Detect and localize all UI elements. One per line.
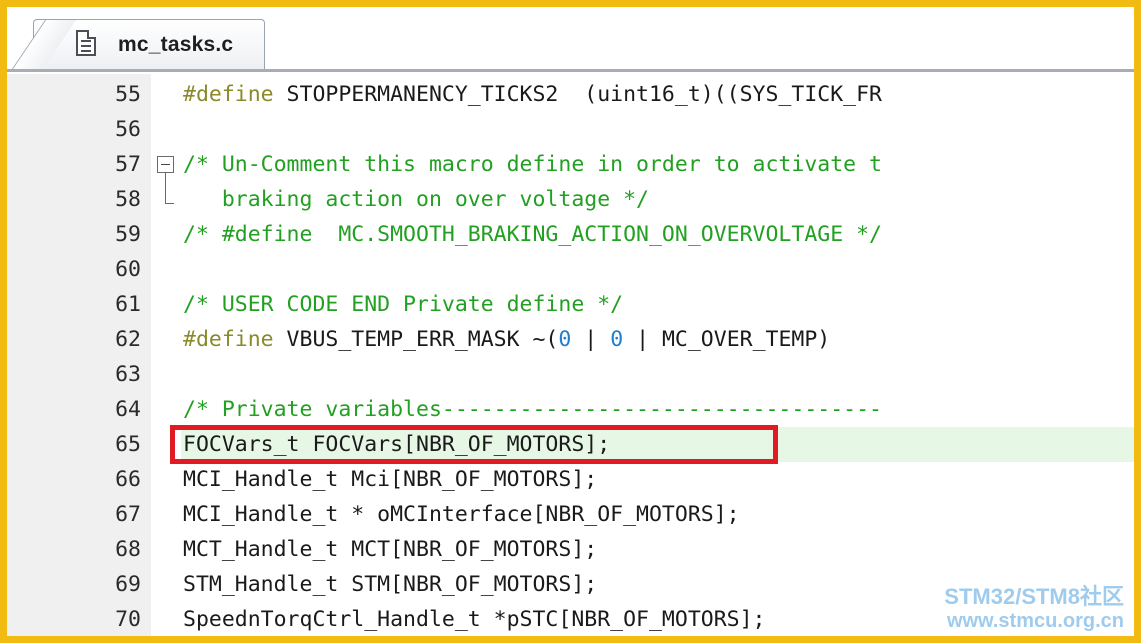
line-number: 57 [115, 152, 141, 177]
code-line[interactable]: 58 braking action on over voltage */ [7, 182, 1134, 217]
code-line[interactable]: 59 /* #define MC.SMOOTH_BRAKING_ACTION_ON… [7, 217, 1134, 252]
line-number: 62 [115, 327, 141, 352]
watermark-top: STM32/STM8社区 [944, 584, 1124, 609]
code-text: /* Un-Comment this macro define in order… [183, 152, 882, 177]
code-text: /* USER CODE END Private define */ [183, 292, 624, 317]
code-text: /* #define MC.SMOOTH_BRAKING_ACTION_ON_O… [183, 222, 882, 247]
code-text: MCT_Handle_t MCT[NBR_OF_MOTORS]; [183, 537, 598, 562]
line-number: 63 [115, 362, 141, 387]
code-line[interactable]: 67 MCI_Handle_t * oMCInterface[NBR_OF_MOT… [7, 497, 1134, 532]
line-number: 59 [115, 222, 141, 247]
tab-label: mc_tasks.c [118, 33, 234, 56]
code-line[interactable]: 64 /* Private variables------------------… [7, 392, 1134, 427]
code-line[interactable]: 68 MCT_Handle_t MCT[NBR_OF_MOTORS]; [7, 532, 1134, 567]
code-line[interactable]: 66 MCI_Handle_t Mci[NBR_OF_MOTORS]; [7, 462, 1134, 497]
line-number: 70 [115, 607, 141, 632]
line-number: 66 [115, 467, 141, 492]
line-number: 65 [115, 432, 141, 457]
line-number: 55 [115, 82, 141, 107]
code-editor[interactable]: 55 #define STOPPERMANENCY_TICKS2 (uint16_… [7, 74, 1134, 636]
code-line[interactable]: 62 #define VBUS_TEMP_ERR_MASK ~(0 | 0 | M… [7, 322, 1134, 357]
line-number: 61 [115, 292, 141, 317]
code-text: braking action on over voltage */ [183, 187, 649, 212]
code-text: STM_Handle_t STM[NBR_OF_MOTORS]; [183, 572, 598, 597]
line-number: 56 [115, 117, 141, 142]
line-number: 60 [115, 257, 141, 282]
highlight-annotation-box [170, 425, 778, 464]
line-number: 67 [115, 502, 141, 527]
code-line[interactable]: 57 /* Un-Comment this macro define in ord… [7, 147, 1134, 182]
line-number: 69 [115, 572, 141, 597]
code-line[interactable]: 60 [7, 252, 1134, 287]
code-text: #define STOPPERMANENCY_TICKS2 (uint16_t)… [183, 82, 882, 107]
code-text: MCI_Handle_t * oMCInterface[NBR_OF_MOTOR… [183, 502, 740, 527]
file-icon [76, 30, 96, 56]
fold-guide [165, 173, 166, 203]
code-text: #define VBUS_TEMP_ERR_MASK ~(0 | 0 | MC_… [183, 327, 831, 352]
watermark-bottom: www.stmcu.org.cn [946, 610, 1124, 632]
code-line[interactable]: 55 #define STOPPERMANENCY_TICKS2 (uint16_… [7, 77, 1134, 112]
tab-bar: mc_tasks.c [7, 7, 1134, 72]
line-number: 58 [115, 187, 141, 212]
screenshot-frame: mc_tasks.c 55 #define STOPPERMANENCY_TICK… [0, 0, 1141, 643]
line-number: 64 [115, 397, 141, 422]
fold-guide-end [165, 203, 174, 204]
line-number: 68 [115, 537, 141, 562]
code-line[interactable]: 56 [7, 112, 1134, 147]
code-text: MCI_Handle_t Mci[NBR_OF_MOTORS]; [183, 467, 598, 492]
tab-mc-tasks[interactable]: mc_tasks.c [33, 19, 265, 69]
code-text: /* Private variables--------------------… [183, 397, 882, 422]
code-line[interactable]: 63 [7, 357, 1134, 392]
code-line[interactable]: 61 /* USER CODE END Private define */ [7, 287, 1134, 322]
watermark: STM32/STM8社区 www.stmcu.org.cn [944, 584, 1124, 632]
fold-collapse-icon[interactable] [157, 156, 174, 173]
code-text: SpeednTorqCtrl_Handle_t *pSTC[NBR_OF_MOT… [183, 607, 766, 632]
